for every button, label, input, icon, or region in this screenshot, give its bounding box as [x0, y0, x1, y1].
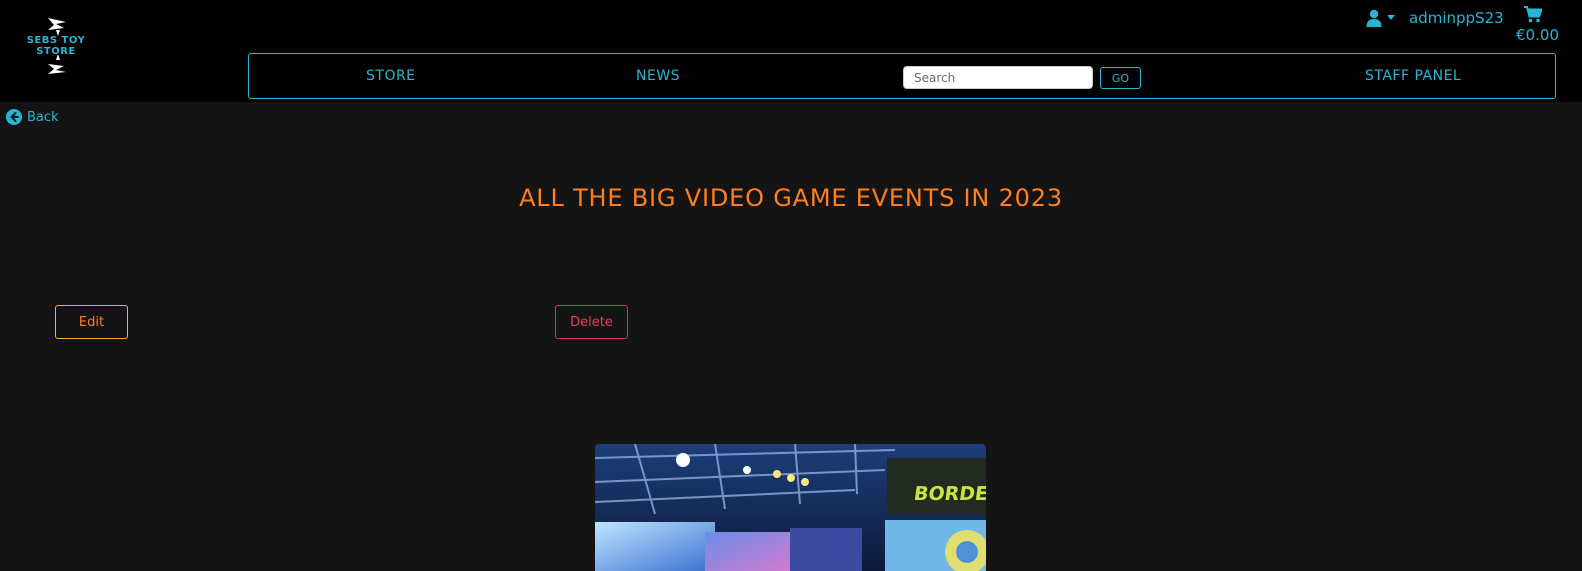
- top-header: SEBS TOY STORE adminppS23 €0.00 STORE NE…: [0, 0, 1582, 102]
- delete-button[interactable]: Delete: [555, 305, 628, 339]
- caret-down-icon[interactable]: [1387, 15, 1395, 21]
- cart-total[interactable]: €0.00: [1516, 26, 1559, 44]
- article-image-graphic: BORDER: [595, 444, 986, 571]
- back-arrow-icon[interactable]: [6, 109, 22, 125]
- back-link[interactable]: Back: [6, 109, 59, 125]
- store-logo[interactable]: SEBS TOY STORE: [20, 14, 92, 80]
- nav-staff-panel[interactable]: STAFF PANEL: [1365, 68, 1461, 84]
- user-menu[interactable]: adminppS23: [1366, 8, 1504, 28]
- back-label[interactable]: Back: [27, 110, 59, 125]
- user-icon[interactable]: [1366, 9, 1382, 27]
- edit-button[interactable]: Edit: [55, 305, 128, 339]
- svg-text:BORDER: BORDER: [912, 482, 986, 505]
- cart-icon[interactable]: [1524, 6, 1542, 23]
- logo-text: SEBS TOY STORE: [26, 35, 86, 57]
- cart[interactable]: €0.00: [1500, 6, 1562, 44]
- username[interactable]: adminppS23: [1409, 9, 1504, 27]
- search-go-button[interactable]: GO: [1100, 67, 1141, 89]
- nav-news[interactable]: NEWS: [636, 68, 680, 84]
- nav-store[interactable]: STORE: [366, 68, 416, 84]
- article-title: ALL THE BIG VIDEO GAME EVENTS IN 2023: [519, 184, 1063, 212]
- article-image: BORDER: [595, 444, 986, 571]
- search-input[interactable]: [903, 66, 1093, 89]
- main-navbar: STORE NEWS GO STAFF PANEL: [248, 53, 1556, 99]
